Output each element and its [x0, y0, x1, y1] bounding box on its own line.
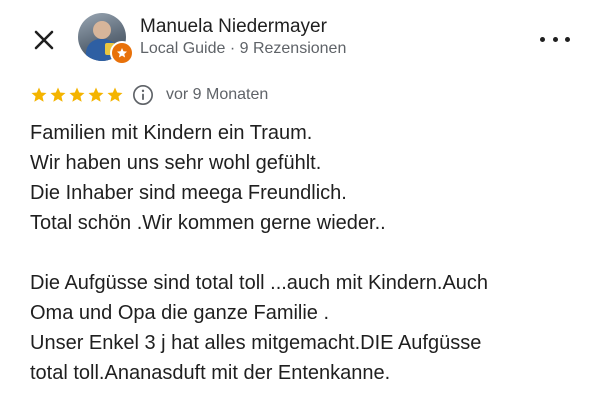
review-text-line: Die Inhaber sind meega Freundlich. [30, 182, 347, 204]
more-horizontal-icon [565, 36, 570, 42]
rating-row: vor 9 Monaten [30, 83, 268, 107]
review-text-line: Oma und Opa die ganze Familie . [30, 302, 330, 324]
star-icon [107, 87, 123, 102]
more-options-button[interactable] [540, 26, 570, 52]
more-horizontal-icon [552, 36, 558, 42]
review-text-line: total toll.Ananasduft mit der Entenkanne… [30, 362, 391, 384]
info-icon[interactable] [132, 84, 154, 106]
star-icon [69, 87, 85, 102]
avatar-head-shape [93, 21, 111, 39]
review-date: vor 9 Monaten [166, 86, 269, 103]
user-meta: Local Guide · 9 Rezensionen [140, 40, 347, 57]
star-icon [88, 87, 104, 102]
user-name[interactable]: Manuela Niedermayer [140, 16, 327, 38]
review-text-line: Familien mit Kindern ein Traum. [30, 122, 313, 144]
star-icon [50, 87, 66, 102]
review-text: Familien mit Kindern ein Traum. Wir haben… [30, 118, 590, 388]
review-text-line: Die Aufgüsse sind total toll ...auch mit… [30, 272, 489, 294]
more-horizontal-icon [540, 36, 545, 42]
local-guide-star-icon [110, 41, 134, 65]
star-icon [31, 87, 47, 102]
review-text-line: Total schön .Wir kommen gerne wieder.. [30, 212, 386, 234]
close-icon [34, 30, 54, 50]
review-text-line: Unser Enkel 3 j hat alles mitgemacht.DIE… [30, 332, 482, 354]
review-text-line: Wir haben uns sehr wohl gefühlt. [30, 152, 322, 174]
review-text-line [30, 238, 590, 268]
star-rating [30, 86, 124, 104]
close-button[interactable] [30, 26, 58, 54]
